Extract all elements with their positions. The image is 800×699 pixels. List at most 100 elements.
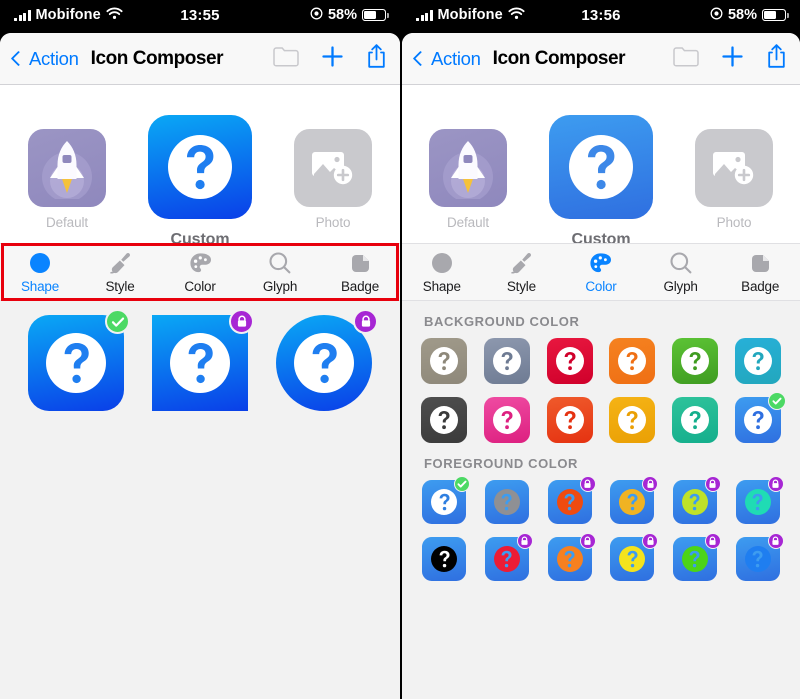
preview-option-photo[interactable]: Photo xyxy=(695,107,773,230)
fg-swatch-lime[interactable] xyxy=(672,476,721,524)
locked-badge xyxy=(579,533,596,549)
question-mark-badge xyxy=(743,347,772,375)
folder-icon[interactable] xyxy=(673,46,699,72)
tab-label-color: Color xyxy=(184,278,216,294)
tab-label-glyph: Glyph xyxy=(663,278,698,294)
navigation-bar: Action Icon Composer xyxy=(402,33,800,85)
question-mark-glyph xyxy=(690,493,701,511)
magnifier-icon xyxy=(268,251,292,276)
share-icon[interactable] xyxy=(766,43,787,74)
tab-badge[interactable]: Badge xyxy=(720,244,800,300)
fg-swatch-green[interactable] xyxy=(672,533,721,581)
default-icon-tile xyxy=(429,129,507,207)
tab-color[interactable]: Color xyxy=(160,244,240,300)
tab-glyph[interactable]: Glyph xyxy=(641,244,721,300)
badge-corner-icon xyxy=(349,251,372,276)
tab-label-style: Style xyxy=(105,278,135,294)
bg-swatch-pink[interactable] xyxy=(483,397,530,443)
tab-glyph[interactable]: Glyph xyxy=(240,244,320,300)
bg-swatch-dark-gray[interactable] xyxy=(421,397,468,443)
question-mark-glyph xyxy=(501,351,513,371)
bg-swatch-cyan[interactable] xyxy=(734,338,781,384)
question-mark-glyph xyxy=(569,135,633,199)
question-mark-glyph xyxy=(564,493,575,511)
bg-swatch-tile xyxy=(609,338,656,384)
paintbrush-icon xyxy=(108,251,132,276)
fg-swatch-yellow[interactable] xyxy=(610,533,659,581)
shape-option-square[interactable] xyxy=(152,309,254,411)
plus-icon[interactable] xyxy=(720,44,745,74)
folder-icon[interactable] xyxy=(273,46,299,72)
question-mark-badge xyxy=(680,347,709,375)
back-button[interactable]: Action xyxy=(412,48,481,70)
bg-swatch-orange[interactable] xyxy=(609,338,656,384)
question-mark-badge xyxy=(619,489,646,515)
tab-shape[interactable]: Shape xyxy=(402,244,482,300)
bg-swatch-tile xyxy=(421,338,468,384)
tab-style[interactable]: Style xyxy=(482,244,562,300)
fg-swatch-orange[interactable] xyxy=(547,533,596,581)
preview-label-default: Default xyxy=(45,215,89,230)
plus-icon[interactable] xyxy=(320,44,345,74)
tab-style[interactable]: Style xyxy=(80,244,160,300)
question-mark-badge xyxy=(492,406,521,434)
fg-swatch-orange-red[interactable] xyxy=(547,476,596,524)
bg-swatch-tile xyxy=(421,397,468,443)
preview-option-photo[interactable]: Photo xyxy=(294,107,372,230)
question-mark-glyph xyxy=(752,410,764,430)
bg-swatch-blue[interactable] xyxy=(734,392,786,443)
bg-swatch-khaki-gray[interactable] xyxy=(421,338,468,384)
tab-color[interactable]: Color xyxy=(561,244,641,300)
bg-swatch-green[interactable] xyxy=(671,338,718,384)
question-mark-badge xyxy=(618,406,647,434)
shape-option-rounded-square[interactable] xyxy=(28,309,130,411)
phone-screen-right: Mobifone 13:56 58% Action Icon Composer … xyxy=(400,0,800,699)
section-title-foreground: FOREGROUND COLOR xyxy=(424,456,579,471)
fg-swatch-black[interactable] xyxy=(422,537,467,581)
battery-percent: 58% xyxy=(727,7,757,23)
battery-icon xyxy=(762,9,789,21)
tab-badge[interactable]: Badge xyxy=(320,244,400,300)
fg-swatch-white[interactable] xyxy=(422,476,471,524)
bg-swatch-slate-blue[interactable] xyxy=(483,338,530,384)
shape-options-panel xyxy=(0,301,400,699)
bg-swatch-crimson[interactable] xyxy=(546,338,593,384)
photo-icon-tile xyxy=(695,129,773,207)
back-button[interactable]: Action xyxy=(10,48,79,70)
palette-icon xyxy=(189,251,212,276)
navigation-actions xyxy=(273,43,387,74)
question-mark-glyph xyxy=(294,333,354,393)
bg-swatch-red-orange[interactable] xyxy=(546,397,593,443)
question-mark-badge xyxy=(556,546,583,572)
locked-badge xyxy=(353,309,378,334)
question-mark-badge xyxy=(680,406,709,434)
bg-swatch-amber[interactable] xyxy=(609,397,656,443)
question-mark-badge xyxy=(681,546,708,572)
fg-swatch-blue[interactable] xyxy=(735,533,784,581)
circle-shape-icon xyxy=(29,251,51,276)
tab-bar: Shape Style Color Glyph Badge xyxy=(402,243,800,301)
preview-option-custom[interactable]: Custom xyxy=(148,107,252,249)
question-mark-badge xyxy=(743,406,772,434)
preview-option-default[interactable]: Default xyxy=(429,107,507,230)
preview-label-photo: Photo xyxy=(315,215,351,230)
preview-option-custom[interactable]: Custom xyxy=(549,107,653,249)
fg-swatch-gray[interactable] xyxy=(484,480,529,524)
fg-swatch-amber[interactable] xyxy=(610,476,659,524)
question-mark-badge xyxy=(493,489,520,515)
shape-option-circle[interactable] xyxy=(276,309,378,411)
preview-option-default[interactable]: Default xyxy=(28,107,106,230)
share-icon[interactable] xyxy=(366,43,387,74)
navigation-bar: Action Icon Composer xyxy=(0,33,400,85)
foreground-color-grid xyxy=(402,476,800,581)
screenshot-pair: Mobifone 13:55 58% Action Icon Composer … xyxy=(0,0,800,699)
tab-label-color: Color xyxy=(585,278,617,294)
bg-swatch-tile xyxy=(609,397,656,443)
app-sheet: Action Icon Composer Default Custom Phot… xyxy=(402,33,800,699)
bg-swatch-teal-green[interactable] xyxy=(671,397,718,443)
question-mark-glyph xyxy=(752,493,763,511)
tab-shape[interactable]: Shape xyxy=(0,244,80,300)
fg-swatch-turquoise[interactable] xyxy=(735,476,784,524)
fg-swatch-red[interactable] xyxy=(484,533,533,581)
location-icon xyxy=(310,7,323,23)
